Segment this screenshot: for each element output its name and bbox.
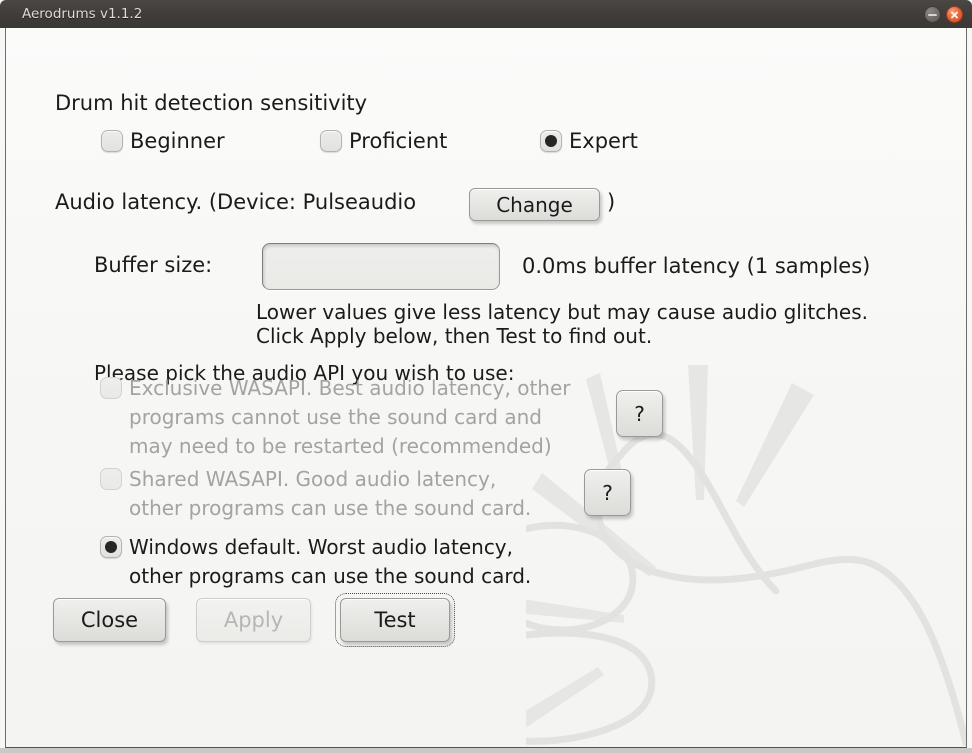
radio-proficient[interactable]	[320, 130, 342, 152]
radio-expert-label: Expert	[569, 129, 638, 153]
radio-windows-default[interactable]	[100, 536, 122, 558]
radio-shared-wasapi-line-1: Shared WASAPI. Good audio latency,	[129, 467, 497, 491]
thumbs-up-watermark	[526, 365, 966, 747]
window-bottom-edge	[0, 748, 972, 753]
test-button[interactable]: Test	[335, 593, 455, 647]
application-window: Aerodrums v1.1.2 Drum hit detection sens…	[0, 0, 972, 753]
latency-hint-line-2: Click Apply below, then Test to find out…	[256, 324, 653, 348]
audio-latency-label: Audio latency. (Device: Pulseaudio	[55, 190, 417, 214]
window-title: Aerodrums v1.1.2	[22, 6, 143, 22]
buffer-size-label: Buffer size:	[94, 253, 213, 277]
dialog-content: Drum hit detection sensitivity Beginner …	[5, 28, 967, 748]
radio-exclusive-wasapi[interactable]	[100, 377, 122, 399]
radio-exclusive-wasapi-line-1: Exclusive WASAPI. Best audio latency, ot…	[129, 376, 571, 400]
latency-hint-line-1: Lower values give less latency but may c…	[256, 300, 869, 324]
radio-shared-wasapi[interactable]	[100, 468, 122, 490]
radio-expert[interactable]	[540, 130, 562, 152]
radio-exclusive-wasapi-line-3: may need to be restarted (recommended)	[129, 434, 552, 458]
radio-proficient-label: Proficient	[349, 129, 448, 153]
change-device-button[interactable]: Change	[469, 188, 600, 221]
radio-shared-wasapi-line-2: other programs can use the sound card.	[129, 496, 532, 520]
help-button-shared-wasapi[interactable]: ?	[584, 469, 631, 516]
radio-beginner-label: Beginner	[130, 129, 225, 153]
title-bar-inner: Aerodrums v1.1.2	[8, 0, 972, 28]
radio-beginner[interactable]	[101, 130, 123, 152]
buffer-latency-readout: 0.0ms buffer latency (1 samples)	[522, 254, 871, 278]
sensitivity-heading: Drum hit detection sensitivity	[55, 91, 368, 115]
close-button[interactable]: Close	[53, 598, 166, 642]
audio-latency-label-suffix: )	[607, 190, 616, 214]
help-button-exclusive-wasapi[interactable]: ?	[616, 390, 663, 437]
radio-windows-default-line-1: Windows default. Worst audio latency,	[129, 535, 514, 559]
title-bar: Aerodrums v1.1.2	[0, 0, 972, 28]
buffer-size-input[interactable]	[262, 243, 500, 290]
apply-button[interactable]: Apply	[196, 598, 311, 642]
radio-exclusive-wasapi-line-2: programs cannot use the sound card and	[129, 405, 542, 429]
close-icon[interactable]	[946, 6, 963, 23]
radio-windows-default-line-2: other programs can use the sound card.	[129, 564, 532, 588]
minimize-icon[interactable]	[924, 6, 941, 23]
